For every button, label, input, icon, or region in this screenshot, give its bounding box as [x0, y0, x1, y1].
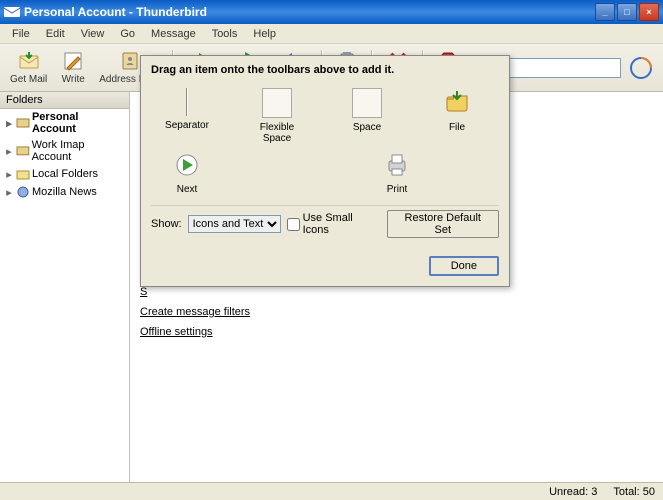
palette-label: File — [449, 122, 465, 133]
getmail-icon — [18, 50, 40, 72]
dialog-instruction: Drag an item onto the toolbars above to … — [151, 64, 499, 76]
mailbox-icon — [16, 144, 30, 158]
show-label: Show: — [151, 218, 182, 230]
sidebar-header: Folders — [0, 92, 129, 109]
palette-space[interactable]: Space — [337, 88, 397, 144]
menu-file[interactable]: File — [4, 26, 38, 42]
status-total: Total: 50 — [613, 486, 655, 498]
window-buttons: _ □ × — [595, 3, 659, 21]
folder-icon — [16, 167, 30, 181]
total-label: Total: — [613, 486, 639, 498]
maximize-button[interactable]: □ — [617, 3, 637, 21]
titlebar: Personal Account - Thunderbird _ □ × — [0, 0, 663, 24]
palette-flexible-space[interactable]: Flexible Space — [247, 88, 307, 144]
folder-label: Local Folders — [32, 168, 98, 180]
menu-message[interactable]: Message — [143, 26, 204, 42]
filters-link[interactable]: Create message filters — [140, 302, 653, 322]
addressbook-icon — [119, 50, 141, 72]
small-icons-check[interactable]: Use Small Icons — [287, 212, 381, 236]
unread-count: 3 — [591, 486, 597, 498]
next-icon — [172, 150, 202, 180]
window-title: Personal Account - Thunderbird — [24, 5, 595, 19]
space-icon — [352, 88, 382, 118]
folder-label: Work Imap Account — [32, 139, 125, 163]
folder-work-imap[interactable]: ▸ Work Imap Account — [0, 137, 129, 165]
show-select[interactable]: Icons and Text — [188, 215, 281, 233]
small-icons-label: Use Small Icons — [303, 212, 381, 236]
folder-label: Mozilla News — [32, 186, 97, 198]
folder-mozilla-news[interactable]: ▸ Mozilla News — [0, 183, 129, 201]
mailbox-icon — [16, 116, 30, 130]
news-icon — [16, 185, 30, 199]
done-button[interactable]: Done — [429, 256, 499, 276]
write-button[interactable]: Write — [53, 48, 93, 87]
customize-toolbar-dialog: Drag an item onto the toolbars above to … — [140, 55, 510, 287]
palette-label: Next — [177, 184, 198, 195]
write-label: Write — [62, 74, 85, 85]
palette-label: Space — [353, 122, 381, 133]
twisty-icon[interactable]: ▸ — [4, 186, 14, 199]
palette-grid: Separator Flexible Space Space File — [151, 84, 499, 205]
folder-sidebar: Folders ▸ Personal Account ▸ Work Imap A… — [0, 92, 130, 482]
throbber-icon — [627, 54, 655, 82]
dialog-footer: Done — [141, 250, 509, 286]
print-icon — [382, 150, 412, 180]
separator-icon — [186, 88, 188, 116]
folder-label: Personal Account — [32, 111, 125, 135]
offline-link[interactable]: Offline settings — [140, 322, 653, 342]
total-count: 50 — [643, 486, 655, 498]
file-icon — [442, 88, 472, 118]
getmail-button[interactable]: Get Mail — [4, 48, 53, 87]
status-unread: Unread: 3 — [549, 486, 597, 498]
menu-view[interactable]: View — [73, 26, 113, 42]
menubar: File Edit View Go Message Tools Help — [0, 24, 663, 44]
menu-edit[interactable]: Edit — [38, 26, 73, 42]
small-icons-checkbox[interactable] — [287, 218, 300, 231]
restore-defaults-button[interactable]: Restore Default Set — [387, 210, 499, 238]
getmail-label: Get Mail — [10, 74, 47, 85]
menu-go[interactable]: Go — [112, 26, 143, 42]
twisty-icon[interactable]: ▸ — [4, 117, 14, 130]
app-icon — [4, 4, 20, 20]
twisty-icon[interactable]: ▸ — [4, 168, 14, 181]
palette-file[interactable]: File — [427, 88, 487, 144]
folder-local[interactable]: ▸ Local Folders — [0, 165, 129, 183]
dialog-controls: Show: Icons and Text Use Small Icons Res… — [151, 205, 499, 242]
menu-tools[interactable]: Tools — [204, 26, 246, 42]
palette-separator[interactable]: Separator — [157, 88, 217, 144]
folder-personal-account[interactable]: ▸ Personal Account — [0, 109, 129, 137]
minimize-button[interactable]: _ — [595, 3, 615, 21]
palette-label: Print — [387, 184, 408, 195]
statusbar: Unread: 3 Total: 50 — [0, 482, 663, 500]
palette-label: Flexible Space — [247, 122, 307, 144]
close-button[interactable]: × — [639, 3, 659, 21]
menu-help[interactable]: Help — [245, 26, 284, 42]
twisty-icon[interactable]: ▸ — [4, 145, 14, 158]
flexspace-icon — [262, 88, 292, 118]
palette-print[interactable]: Print — [367, 150, 427, 195]
palette-label: Separator — [165, 120, 209, 131]
write-icon — [62, 50, 84, 72]
unread-label: Unread: — [549, 486, 588, 498]
palette-next[interactable]: Next — [157, 150, 217, 195]
